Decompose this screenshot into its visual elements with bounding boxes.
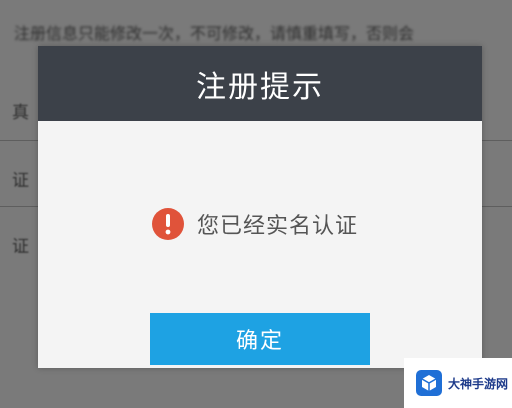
alert-icon	[152, 208, 184, 240]
registration-notice: 注册信息只能修改一次，不可修改，请慎重填写，否则会	[14, 24, 415, 43]
form-label-id-number: 证	[12, 237, 29, 257]
cube-logo-icon	[416, 370, 442, 396]
message-row: 您已经实名认证	[151, 207, 358, 241]
dialog-header: 注册提示	[38, 46, 482, 121]
form-divider	[0, 206, 40, 207]
form-divider	[482, 140, 512, 141]
form-divider	[482, 206, 512, 207]
form-label-name: 真	[12, 103, 29, 123]
dialog-message: 您已经实名认证	[197, 214, 359, 239]
watermark-text: 大神手游网	[448, 376, 509, 391]
dialog-title: 注册提示	[196, 69, 324, 105]
confirm-button[interactable]: 确定	[150, 313, 370, 365]
register-dialog: 注册提示 您已经实名认证 确定	[38, 46, 482, 368]
form-divider	[0, 140, 40, 141]
form-label-id-type: 证	[12, 171, 29, 191]
watermark-badge: 大神手游网	[404, 358, 512, 408]
dialog-body: 您已经实名认证 确定	[38, 121, 482, 368]
